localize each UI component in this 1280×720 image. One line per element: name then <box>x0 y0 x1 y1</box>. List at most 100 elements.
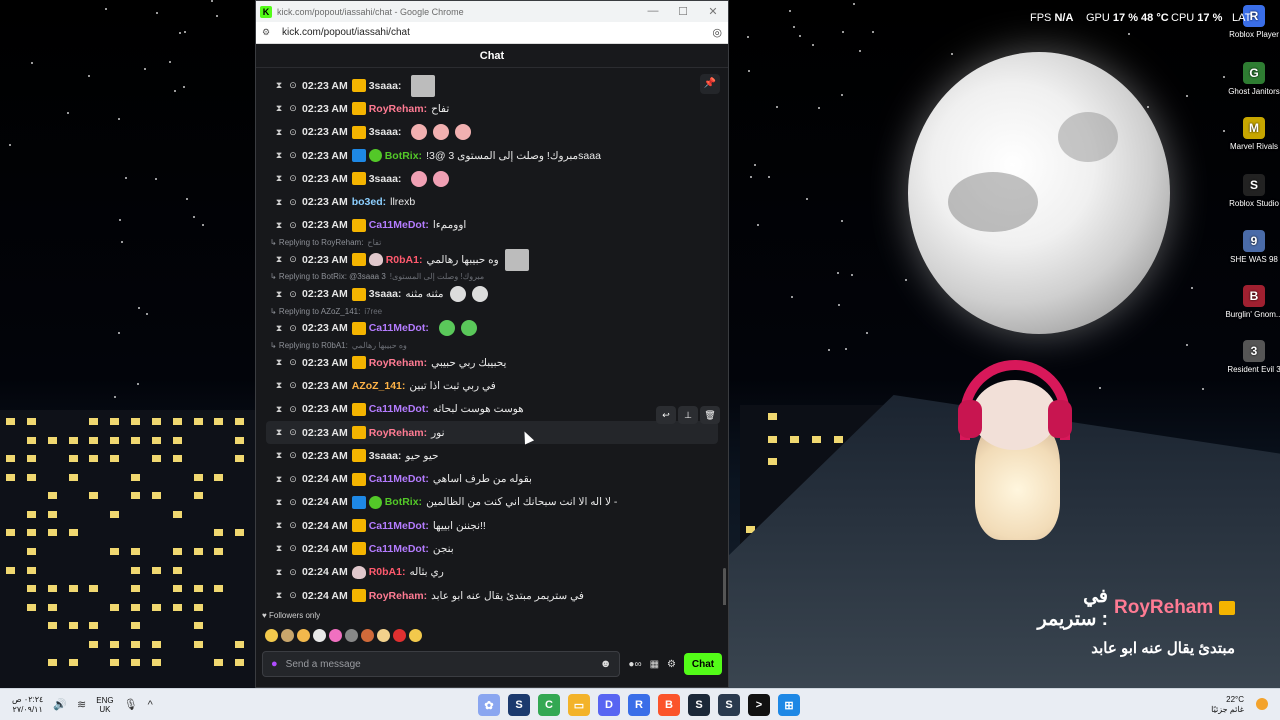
app-explorer-icon[interactable]: ▭ <box>568 694 590 716</box>
chat-message[interactable]: ⧗ ⊙ 02:24 AM Ca11MeDot: نجننن ابييها!! <box>266 514 718 537</box>
desktop-icon[interactable]: M Marvel Rivals <box>1224 117 1280 151</box>
chat-message[interactable]: ⧗ ⊙ 02:23 AM RoyReham: تفاح <box>266 97 718 120</box>
address-bar[interactable]: ⚙ kick.com/popout/iassahi/chat ◎ <box>256 22 728 44</box>
app-chrome-icon[interactable]: C <box>538 694 560 716</box>
chat-message[interactable]: ⧗ ⊙ 02:23 AM R0bA1: وه حبيبها رهالمي <box>266 248 718 271</box>
message-username[interactable]: Ca11MeDot: <box>369 322 429 334</box>
app-1-icon[interactable]: ✿ <box>478 694 500 716</box>
desktop-icon[interactable]: S Roblox Studio <box>1224 174 1280 208</box>
reply-icon[interactable]: ↩ <box>656 406 676 424</box>
eye-off-icon[interactable]: ◎ <box>712 26 722 39</box>
message-username[interactable]: 3saaa: <box>369 450 402 462</box>
message-username[interactable]: 3saaa: <box>369 80 402 92</box>
chat-message[interactable]: ⧗ ⊙ 02:23 AM RoyReham: يحبيبك ربي حبيبي <box>266 351 718 374</box>
message-username[interactable]: 3saaa: <box>369 173 402 185</box>
desktop-icon[interactable]: 9 SHE WAS 98 <box>1224 230 1280 264</box>
window-titlebar[interactable]: K kick.com/popout/iassahi/chat - Google … <box>256 1 728 22</box>
weather-widget[interactable]: 22°C غائم جزئيًا <box>1211 695 1244 715</box>
language-indicator[interactable]: ENG UK <box>96 696 113 714</box>
chat-message[interactable]: ⧗ ⊙ 02:24 AM Ca11MeDot: بقوله من طرف اساهي <box>266 467 718 490</box>
message-username[interactable]: 3saaa: <box>369 126 402 138</box>
message-input[interactable]: ● Send a message ☻ <box>262 651 621 677</box>
app-terminal-icon[interactable]: > <box>748 694 770 716</box>
emote-icon[interactable] <box>313 628 326 642</box>
app-discord-icon[interactable]: D <box>598 694 620 716</box>
chat-message[interactable]: ⧗ ⊙ 02:23 AM BotRix: !مبروك! وصلت إلى المستو… <box>266 144 718 167</box>
chat-scrollbar[interactable] <box>723 568 726 605</box>
reply-context[interactable]: ↳ Replying to RoyReham: تفاح <box>266 237 718 248</box>
message-username[interactable]: Ca11MeDot: <box>369 403 429 415</box>
close-icon[interactable]: ✕ <box>698 5 728 18</box>
send-chat-button[interactable]: Chat <box>684 653 722 675</box>
chat-messages[interactable]: 📌 ⧗ ⊙ 02:23 AM 3saaa: ⧗ ⊙ 02:23 AM RoyReham: تفا… <box>256 68 728 605</box>
reply-context[interactable]: ↳ Replying to R0bA1: وه حبيبها رهالمي <box>266 340 718 351</box>
message-username[interactable]: Ca11MeDot: <box>369 473 429 485</box>
chat-message[interactable]: ⧗ ⊙ 02:24 AM Ca11MeDot: بنجن <box>266 537 718 560</box>
message-username[interactable]: R0bA1: <box>386 254 423 266</box>
message-username[interactable]: 3saaa: <box>369 288 402 300</box>
pin-message-icon[interactable]: ⊥ <box>678 406 698 424</box>
desktop-icon[interactable]: G Ghost Janitors <box>1224 62 1280 96</box>
emote-icon[interactable] <box>329 628 342 642</box>
message-username[interactable]: Ca11MeDot: <box>369 219 429 231</box>
gift-icon[interactable]: ▦ <box>650 659 659 670</box>
reply-context[interactable]: ↳ Replying to AZoZ_141: i7ree <box>266 306 718 317</box>
chat-message[interactable]: ⧗ ⊙ 02:23 AM Ca11MeDot: <box>266 317 718 340</box>
chat-message[interactable]: ⧗ ⊙ 02:23 AM 3saaa: <box>266 167 718 190</box>
message-username[interactable]: R0bA1: <box>369 566 406 578</box>
app-roblox-icon[interactable]: R <box>628 694 650 716</box>
points-icon[interactable]: ●∞ <box>628 659 641 670</box>
emote-icon[interactable] <box>281 628 294 642</box>
delete-icon[interactable]: 🗑 <box>700 406 720 424</box>
clock[interactable]: ٠٢:٢٤ ص ٢٧/٠٩/١١ <box>12 695 43 715</box>
chevron-up-icon[interactable]: ^ <box>148 699 153 711</box>
emote-icon[interactable] <box>409 628 422 642</box>
message-username[interactable]: RoyReham: <box>369 590 427 602</box>
chat-message[interactable]: ⧗ ⊙ 02:23 AM Ca11MeDot: اووممءا <box>266 214 718 237</box>
pin-icon[interactable]: 📌 <box>700 74 720 94</box>
chat-message[interactable]: ⧗ ⊙ 02:23 AM 3saaa: <box>266 121 718 144</box>
settings-icon[interactable]: ⚙ <box>667 659 676 670</box>
site-info-icon[interactable]: ⚙ <box>262 27 272 38</box>
message-username[interactable]: RoyReham: <box>369 427 427 439</box>
chat-message[interactable]: ⧗ ⊙ 02:23 AM bo3ed: llrexb <box>266 190 718 213</box>
message-username[interactable]: BotRix: <box>385 150 422 162</box>
chat-message[interactable]: ⧗ ⊙ 02:24 AM BotRix: لا اله الا انت سبحانك ا… <box>266 491 718 514</box>
emote-icon[interactable] <box>265 628 278 642</box>
app-start-icon[interactable]: ⊞ <box>778 694 800 716</box>
chat-message[interactable]: ⧗ ⊙ 02:24 AM RoyReham: في ستريمر مبتدئ يقال … <box>266 584 718 605</box>
emote-icon[interactable] <box>393 628 406 642</box>
app-steam2-icon[interactable]: S <box>718 694 740 716</box>
maximize-icon[interactable]: ☐ <box>668 5 698 18</box>
chat-message[interactable]: ⧗ ⊙ 02:23 AM 3saaa: <box>266 74 718 97</box>
chat-message[interactable]: ⧗ ⊙ 02:23 AM Ca11MeDot: هوست هوست لبحاثه <box>266 398 718 421</box>
chat-message[interactable]: ⧗ ⊙ 02:23 AM 3saaa: مثنه مثنه <box>266 282 718 305</box>
desktop-icon[interactable]: B Burglin' Gnom... <box>1224 285 1280 319</box>
chat-message[interactable]: ⧗ ⊙ 02:23 AM 3saaa: حيو حيو <box>266 444 718 467</box>
message-username[interactable]: RoyReham: <box>369 357 427 369</box>
chat-message[interactable]: ⧗ ⊙ 02:24 AM R0bA1: ري بثاله <box>266 561 718 584</box>
message-username[interactable]: BotRix: <box>385 496 422 508</box>
message-username[interactable]: AZoZ_141: <box>352 380 406 392</box>
reply-context[interactable]: ↳ Replying to BotRix: @3saaa 3 !مبروك! وص… <box>266 271 718 282</box>
app-steam-icon[interactable]: S <box>688 694 710 716</box>
emote-icon[interactable] <box>345 628 358 642</box>
mic-tray-icon[interactable]: 🎙 <box>124 698 138 711</box>
minimize-icon[interactable]: — <box>638 5 668 18</box>
chat-message[interactable]: ⧗ ⊙ 02:23 AM RoyReham: نور <box>266 420 718 445</box>
emote-icon[interactable] <box>377 628 390 642</box>
app-brave-icon[interactable]: B <box>658 694 680 716</box>
desktop-icon[interactable]: 3 Resident Evil 3 <box>1224 340 1280 374</box>
url-text[interactable]: kick.com/popout/iassahi/chat <box>282 27 712 38</box>
message-username[interactable]: RoyReham: <box>369 103 427 115</box>
message-username[interactable]: Ca11MeDot: <box>369 543 429 555</box>
message-username[interactable]: Ca11MeDot: <box>369 520 429 532</box>
microphone-icon[interactable]: ● <box>271 658 278 670</box>
emote-icon[interactable] <box>297 628 310 642</box>
emoji-picker-icon[interactable]: ☻ <box>600 658 612 670</box>
emote-icon[interactable] <box>361 628 374 642</box>
chat-message[interactable]: ⧗ ⊙ 02:23 AM AZoZ_141: في ربي ثبت اذا تبين <box>266 374 718 397</box>
volume-icon[interactable]: 🔊 <box>53 698 67 711</box>
wifi-icon[interactable]: ≋ <box>77 698 86 711</box>
message-username[interactable]: bo3ed: <box>352 196 386 208</box>
